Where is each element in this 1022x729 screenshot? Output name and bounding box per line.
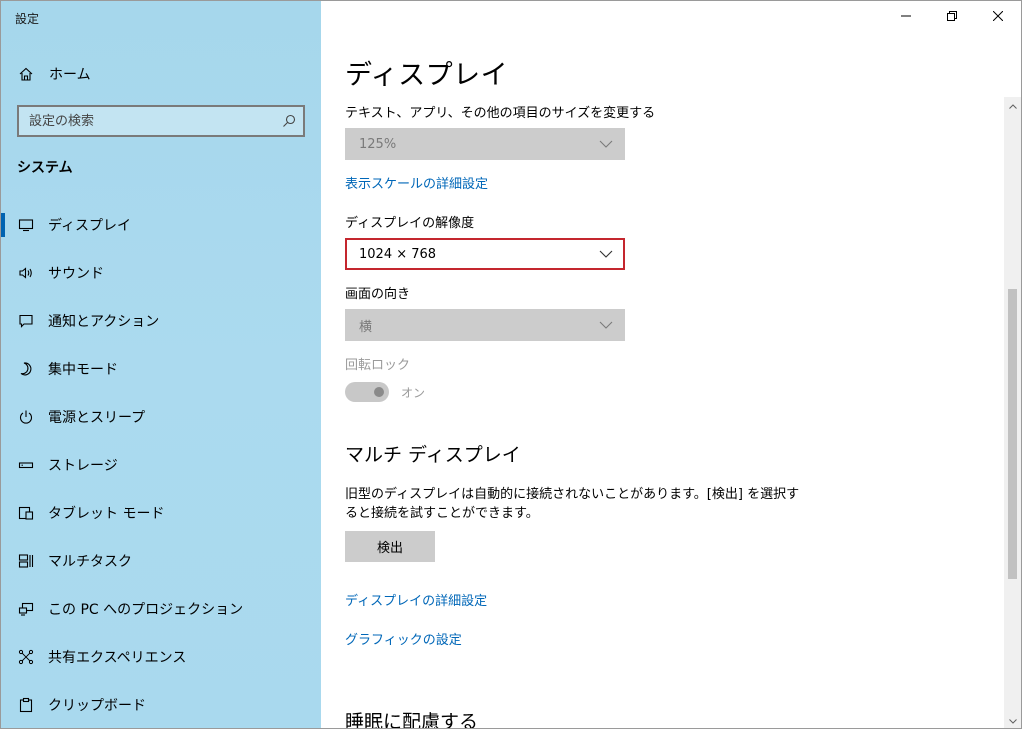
sidebar-item-projecting[interactable]: この PC へのプロジェクション bbox=[1, 585, 321, 633]
chevron-down-icon bbox=[599, 137, 613, 152]
toggle-knob bbox=[374, 387, 384, 397]
scale-dropdown[interactable]: 125% bbox=[345, 128, 625, 160]
scale-value: 125% bbox=[359, 136, 397, 152]
chevron-down-icon bbox=[1008, 713, 1017, 728]
search-icon[interactable] bbox=[275, 107, 303, 135]
section-label: システム bbox=[17, 160, 73, 176]
rotation-lock-state: オン bbox=[401, 385, 426, 400]
sidebar-item-label: この PC へのプロジェクション bbox=[48, 602, 244, 618]
orientation-value: 横 bbox=[359, 319, 373, 335]
scroll-thumb[interactable] bbox=[1008, 289, 1017, 579]
sidebar-nav: ディスプレイ サウンド 通知とアクション 集中モード 電源とスリープ ストレージ… bbox=[1, 201, 321, 728]
sidebar-item-notifications[interactable]: 通知とアクション bbox=[1, 297, 321, 345]
app-title: 設定 bbox=[15, 12, 40, 26]
sidebar-home[interactable]: ホーム bbox=[17, 63, 91, 85]
scroll-down-button[interactable] bbox=[1004, 712, 1021, 728]
advanced-scale-link[interactable]: 表示スケールの詳細設定 bbox=[345, 173, 488, 192]
sidebar-item-label: ディスプレイ bbox=[48, 218, 132, 234]
sidebar-item-tablet-mode[interactable]: タブレット モード bbox=[1, 489, 321, 537]
notification-icon bbox=[17, 312, 35, 330]
tablet-icon bbox=[17, 504, 35, 522]
sidebar-item-label: ストレージ bbox=[48, 458, 118, 474]
monitor-icon bbox=[17, 216, 35, 234]
orientation-label: 画面の向き bbox=[345, 287, 411, 302]
scale-label: テキスト、アプリ、その他の項目のサイズを変更する bbox=[345, 106, 656, 121]
chevron-down-icon bbox=[599, 247, 613, 262]
search-input[interactable] bbox=[19, 107, 275, 135]
sidebar-item-label: 共有エクスペリエンス bbox=[48, 650, 187, 666]
sidebar-home-label: ホーム bbox=[49, 67, 91, 83]
main-content: ディスプレイ テキスト、アプリ、その他の項目のサイズを変更する 125% 表示ス… bbox=[345, 1, 1005, 729]
sidebar-item-label: マルチタスク bbox=[48, 554, 132, 570]
resolution-dropdown[interactable]: 1024 × 768 bbox=[345, 238, 625, 270]
sleep-heading: 睡眠に配慮する bbox=[345, 711, 479, 729]
resolution-value: 1024 × 768 bbox=[359, 246, 437, 262]
share-icon bbox=[17, 648, 35, 666]
home-icon bbox=[17, 65, 35, 83]
resolution-label: ディスプレイの解像度 bbox=[345, 216, 475, 231]
sidebar-item-clipboard[interactable]: クリップボード bbox=[1, 681, 321, 728]
search-box[interactable] bbox=[17, 105, 305, 137]
multi-display-description: 旧型のディスプレイは自動的に接続されないことがあります。[検出] を選択すると接… bbox=[345, 487, 800, 521]
sidebar-item-label: タブレット モード bbox=[48, 506, 165, 522]
detect-button[interactable]: 検出 bbox=[345, 531, 435, 562]
sidebar-item-power[interactable]: 電源とスリープ bbox=[1, 393, 321, 441]
sidebar-item-storage[interactable]: ストレージ bbox=[1, 441, 321, 489]
storage-icon bbox=[17, 456, 35, 474]
orientation-dropdown[interactable]: 横 bbox=[345, 309, 625, 341]
sidebar-item-sound[interactable]: サウンド bbox=[1, 249, 321, 297]
rotation-lock-row: オン bbox=[345, 382, 425, 402]
sidebar-item-label: 集中モード bbox=[48, 362, 118, 378]
page-title: ディスプレイ bbox=[345, 60, 509, 91]
power-icon bbox=[17, 408, 35, 426]
rotation-lock-toggle[interactable] bbox=[345, 382, 389, 402]
multi-display-heading: マルチ ディスプレイ bbox=[345, 444, 521, 466]
settings-window: 設定 ホーム システム ディスプレイ bbox=[0, 0, 1022, 729]
sidebar-item-multitasking[interactable]: マルチタスク bbox=[1, 537, 321, 585]
sidebar-item-display[interactable]: ディスプレイ bbox=[1, 201, 321, 249]
graphics-settings-link[interactable]: グラフィックの設定 bbox=[345, 629, 462, 648]
vertical-scrollbar[interactable] bbox=[1004, 97, 1021, 728]
speaker-icon bbox=[17, 264, 35, 282]
multitask-icon bbox=[17, 552, 35, 570]
sidebar-item-label: クリップボード bbox=[48, 698, 146, 714]
chevron-down-icon bbox=[599, 318, 613, 333]
moon-icon bbox=[17, 360, 35, 378]
sidebar-item-focus-assist[interactable]: 集中モード bbox=[1, 345, 321, 393]
advanced-display-link[interactable]: ディスプレイの詳細設定 bbox=[345, 590, 487, 609]
sidebar-item-label: サウンド bbox=[48, 266, 104, 282]
clipboard-icon bbox=[17, 696, 35, 714]
rotation-lock-label: 回転ロック bbox=[345, 358, 411, 373]
sidebar: 設定 ホーム システム ディスプレイ bbox=[1, 1, 321, 728]
projection-icon bbox=[17, 600, 35, 618]
chevron-up-icon bbox=[1008, 98, 1017, 113]
sidebar-item-label: 電源とスリープ bbox=[48, 410, 146, 426]
sidebar-item-shared-experiences[interactable]: 共有エクスペリエンス bbox=[1, 633, 321, 681]
sidebar-item-label: 通知とアクション bbox=[48, 314, 160, 330]
scroll-up-button[interactable] bbox=[1004, 97, 1021, 114]
